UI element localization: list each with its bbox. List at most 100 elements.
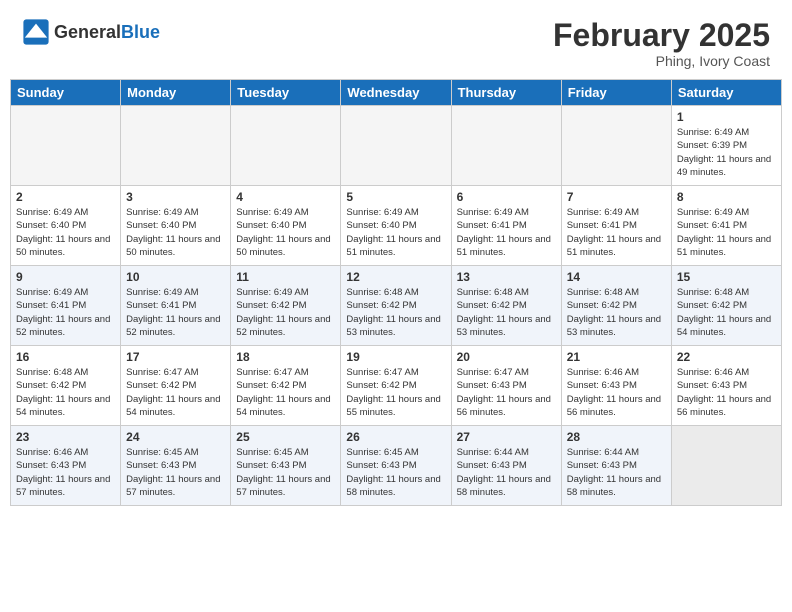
day-header-wednesday: Wednesday — [341, 80, 451, 106]
day-header-monday: Monday — [121, 80, 231, 106]
calendar-day-cell: 5 Sunrise: 6:49 AM Sunset: 6:40 PM Daylig… — [341, 186, 451, 266]
day-info: Sunrise: 6:48 AM Sunset: 6:42 PM Dayligh… — [567, 286, 666, 339]
calendar-day-cell: 27 Sunrise: 6:44 AM Sunset: 6:43 PM Dayli… — [451, 426, 561, 506]
day-number: 1 — [677, 110, 776, 124]
calendar-day-cell: 11 Sunrise: 6:49 AM Sunset: 6:42 PM Dayli… — [231, 266, 341, 346]
calendar-day-cell: 23 Sunrise: 6:46 AM Sunset: 6:43 PM Dayli… — [11, 426, 121, 506]
calendar-day-cell: 25 Sunrise: 6:45 AM Sunset: 6:43 PM Dayli… — [231, 426, 341, 506]
day-info: Sunrise: 6:49 AM Sunset: 6:40 PM Dayligh… — [16, 206, 115, 259]
day-info: Sunrise: 6:46 AM Sunset: 6:43 PM Dayligh… — [677, 366, 776, 419]
day-number: 18 — [236, 350, 335, 364]
header: GeneralBlue February 2025 Phing, Ivory C… — [10, 10, 782, 75]
calendar: SundayMondayTuesdayWednesdayThursdayFrid… — [10, 79, 782, 506]
day-info: Sunrise: 6:49 AM Sunset: 6:41 PM Dayligh… — [677, 206, 776, 259]
day-info: Sunrise: 6:44 AM Sunset: 6:43 PM Dayligh… — [567, 446, 666, 499]
day-number: 3 — [126, 190, 225, 204]
day-info: Sunrise: 6:49 AM Sunset: 6:40 PM Dayligh… — [346, 206, 445, 259]
day-info: Sunrise: 6:48 AM Sunset: 6:42 PM Dayligh… — [457, 286, 556, 339]
day-info: Sunrise: 6:48 AM Sunset: 6:42 PM Dayligh… — [346, 286, 445, 339]
day-number: 13 — [457, 270, 556, 284]
day-info: Sunrise: 6:45 AM Sunset: 6:43 PM Dayligh… — [236, 446, 335, 499]
day-number: 16 — [16, 350, 115, 364]
day-number: 6 — [457, 190, 556, 204]
title-area: February 2025 Phing, Ivory Coast — [553, 18, 770, 69]
calendar-day-cell: 28Sunrise: 6:44 AM Sunset: 6:43 PM Dayli… — [561, 426, 671, 506]
day-info: Sunrise: 6:48 AM Sunset: 6:42 PM Dayligh… — [677, 286, 776, 339]
day-header-saturday: Saturday — [671, 80, 781, 106]
day-info: Sunrise: 6:49 AM Sunset: 6:41 PM Dayligh… — [567, 206, 666, 259]
day-header-tuesday: Tuesday — [231, 80, 341, 106]
calendar-day-cell — [451, 106, 561, 186]
calendar-header-row: SundayMondayTuesdayWednesdayThursdayFrid… — [11, 80, 782, 106]
day-number: 27 — [457, 430, 556, 444]
day-number: 23 — [16, 430, 115, 444]
calendar-day-cell — [671, 426, 781, 506]
location-subtitle: Phing, Ivory Coast — [553, 53, 770, 69]
day-number: 11 — [236, 270, 335, 284]
day-number: 2 — [16, 190, 115, 204]
calendar-day-cell: 9 Sunrise: 6:49 AM Sunset: 6:41 PM Daylig… — [11, 266, 121, 346]
calendar-week-row: 16 Sunrise: 6:48 AM Sunset: 6:42 PM Dayli… — [11, 346, 782, 426]
day-info: Sunrise: 6:49 AM Sunset: 6:42 PM Dayligh… — [236, 286, 335, 339]
day-info: Sunrise: 6:47 AM Sunset: 6:42 PM Dayligh… — [236, 366, 335, 419]
day-number: 4 — [236, 190, 335, 204]
day-info: Sunrise: 6:49 AM Sunset: 6:40 PM Dayligh… — [126, 206, 225, 259]
day-number: 5 — [346, 190, 445, 204]
calendar-day-cell: 20Sunrise: 6:47 AM Sunset: 6:43 PM Dayli… — [451, 346, 561, 426]
calendar-day-cell: 22 Sunrise: 6:46 AM Sunset: 6:43 PM Dayli… — [671, 346, 781, 426]
day-info: Sunrise: 6:46 AM Sunset: 6:43 PM Dayligh… — [16, 446, 115, 499]
day-number: 26 — [346, 430, 445, 444]
day-number: 12 — [346, 270, 445, 284]
calendar-day-cell: 16 Sunrise: 6:48 AM Sunset: 6:42 PM Dayli… — [11, 346, 121, 426]
calendar-day-cell — [11, 106, 121, 186]
month-title: February 2025 — [553, 18, 770, 53]
day-info: Sunrise: 6:47 AM Sunset: 6:43 PM Dayligh… — [457, 366, 556, 419]
calendar-day-cell: 6 Sunrise: 6:49 AM Sunset: 6:41 PM Daylig… — [451, 186, 561, 266]
calendar-week-row: 1 Sunrise: 6:49 AM Sunset: 6:39 PM Daylig… — [11, 106, 782, 186]
day-number: 24 — [126, 430, 225, 444]
calendar-day-cell: 2 Sunrise: 6:49 AM Sunset: 6:40 PM Daylig… — [11, 186, 121, 266]
calendar-day-cell: 10 Sunrise: 6:49 AM Sunset: 6:41 PM Dayli… — [121, 266, 231, 346]
day-number: 9 — [16, 270, 115, 284]
day-info: Sunrise: 6:49 AM Sunset: 6:41 PM Dayligh… — [126, 286, 225, 339]
day-header-sunday: Sunday — [11, 80, 121, 106]
day-info: Sunrise: 6:47 AM Sunset: 6:42 PM Dayligh… — [126, 366, 225, 419]
logo-icon — [22, 18, 50, 46]
calendar-week-row: 9 Sunrise: 6:49 AM Sunset: 6:41 PM Daylig… — [11, 266, 782, 346]
calendar-day-cell: 21 Sunrise: 6:46 AM Sunset: 6:43 PM Dayli… — [561, 346, 671, 426]
day-number: 22 — [677, 350, 776, 364]
day-number: 25 — [236, 430, 335, 444]
day-info: Sunrise: 6:47 AM Sunset: 6:42 PM Dayligh… — [346, 366, 445, 419]
calendar-day-cell: 24 Sunrise: 6:45 AM Sunset: 6:43 PM Dayli… — [121, 426, 231, 506]
logo-general: General — [54, 22, 121, 42]
day-info: Sunrise: 6:45 AM Sunset: 6:43 PM Dayligh… — [126, 446, 225, 499]
calendar-day-cell: 26 Sunrise: 6:45 AM Sunset: 6:43 PM Dayli… — [341, 426, 451, 506]
day-number: 8 — [677, 190, 776, 204]
day-number: 19 — [346, 350, 445, 364]
calendar-day-cell: 15 Sunrise: 6:48 AM Sunset: 6:42 PM Dayli… — [671, 266, 781, 346]
day-number: 21 — [567, 350, 666, 364]
logo: GeneralBlue — [22, 18, 160, 46]
calendar-day-cell: 18 Sunrise: 6:47 AM Sunset: 6:42 PM Dayli… — [231, 346, 341, 426]
calendar-day-cell: 7 Sunrise: 6:49 AM Sunset: 6:41 PM Daylig… — [561, 186, 671, 266]
calendar-day-cell — [121, 106, 231, 186]
calendar-day-cell — [341, 106, 451, 186]
calendar-day-cell: 1 Sunrise: 6:49 AM Sunset: 6:39 PM Daylig… — [671, 106, 781, 186]
calendar-day-cell: 12 Sunrise: 6:48 AM Sunset: 6:42 PM Dayli… — [341, 266, 451, 346]
day-info: Sunrise: 6:48 AM Sunset: 6:42 PM Dayligh… — [16, 366, 115, 419]
calendar-day-cell: 4 Sunrise: 6:49 AM Sunset: 6:40 PM Daylig… — [231, 186, 341, 266]
day-info: Sunrise: 6:44 AM Sunset: 6:43 PM Dayligh… — [457, 446, 556, 499]
calendar-day-cell: 14Sunrise: 6:48 AM Sunset: 6:42 PM Dayli… — [561, 266, 671, 346]
day-info: Sunrise: 6:49 AM Sunset: 6:41 PM Dayligh… — [16, 286, 115, 339]
day-number: 15 — [677, 270, 776, 284]
day-number: 10 — [126, 270, 225, 284]
day-number: 17 — [126, 350, 225, 364]
day-info: Sunrise: 6:49 AM Sunset: 6:40 PM Dayligh… — [236, 206, 335, 259]
calendar-day-cell: 8 Sunrise: 6:49 AM Sunset: 6:41 PM Daylig… — [671, 186, 781, 266]
day-info: Sunrise: 6:49 AM Sunset: 6:39 PM Dayligh… — [677, 126, 776, 179]
day-number: 7 — [567, 190, 666, 204]
calendar-day-cell — [231, 106, 341, 186]
day-info: Sunrise: 6:45 AM Sunset: 6:43 PM Dayligh… — [346, 446, 445, 499]
day-info: Sunrise: 6:49 AM Sunset: 6:41 PM Dayligh… — [457, 206, 556, 259]
day-info: Sunrise: 6:46 AM Sunset: 6:43 PM Dayligh… — [567, 366, 666, 419]
